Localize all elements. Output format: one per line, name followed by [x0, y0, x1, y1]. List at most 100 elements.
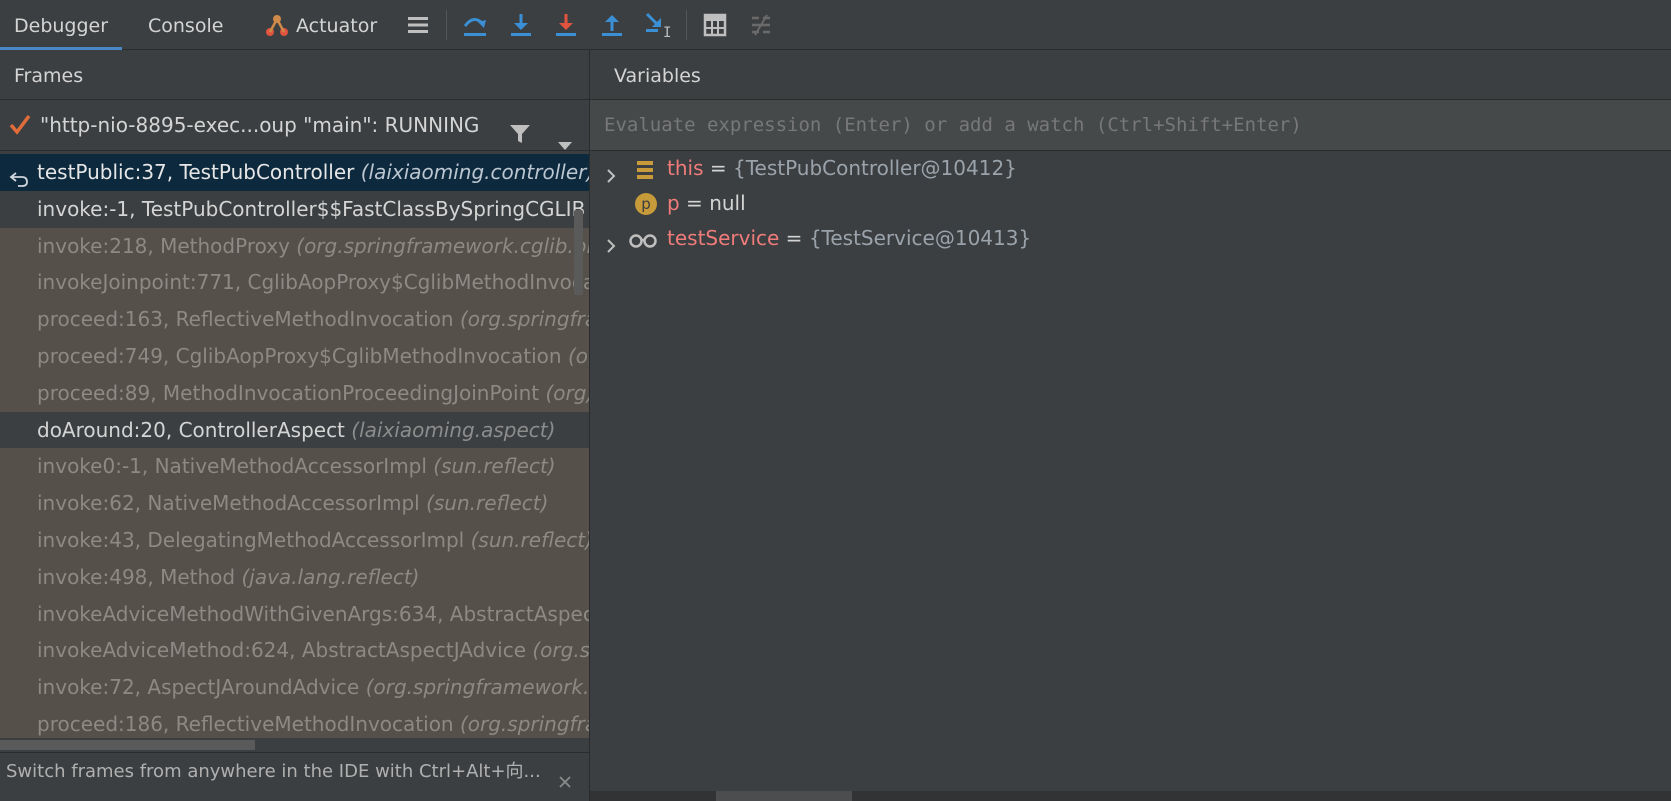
watch-glasses-icon — [628, 227, 658, 261]
toolbar-separator — [686, 10, 687, 40]
frame-method: proceed:186, ReflectiveMethodInvocation — [37, 711, 454, 736]
variable-equals: = — [779, 226, 809, 250]
show-execution-point-button[interactable] — [404, 11, 432, 39]
frame-method: invoke0:-1, NativeMethodAccessorImpl — [37, 454, 427, 479]
variable-name: this — [667, 156, 704, 180]
frame-package: (sun.reflect) — [470, 527, 589, 552]
frame-method: invoke:498, Method — [37, 564, 236, 589]
frame-package: (laixiaoming.aspect) — [351, 417, 556, 442]
frame-row[interactable]: invokeAdviceMethod:624, AbstractAspectJA… — [0, 632, 589, 670]
evaluate-expression-icon — [703, 13, 727, 37]
frame-package: (sun.reflect) — [426, 491, 549, 516]
variables-header: Variables — [590, 50, 1671, 100]
svg-text:I: I — [663, 25, 671, 39]
frame-row[interactable]: proceed:163, ReflectiveMethodInvocation … — [0, 301, 589, 338]
step-over-icon — [463, 18, 486, 36]
frame-package: (java.lang.reflect) — [241, 564, 420, 589]
frame-row[interactable]: invoke:218, MethodProxy (org.springframe… — [0, 227, 589, 265]
frame-row[interactable]: proceed:89, MethodInvocationProceedingJo… — [0, 374, 589, 412]
bottom-strip — [590, 791, 1671, 801]
close-icon[interactable] — [558, 765, 572, 801]
frame-package: (org.springframework.aop) — [459, 307, 589, 332]
variable-value: {TestService@10413} — [808, 226, 1032, 250]
evaluate-expression-button[interactable] — [701, 11, 729, 39]
show-execution-point-icon — [408, 17, 428, 33]
frame-row[interactable]: invokeAdviceMethodWithGivenArgs:634, Abs… — [0, 595, 589, 633]
variable-equals: = — [703, 156, 733, 180]
hint-text: Switch frames from anywhere in the IDE w… — [6, 761, 541, 782]
frame-method: invoke:62, NativeMethodAccessorImpl — [37, 491, 420, 516]
chevron-right-icon[interactable] — [604, 230, 618, 264]
thread-label: "http-nio-8895-exec...oup "main": RUNNIN… — [40, 113, 480, 137]
frame-row[interactable]: invoke:43, DelegatingMethodAccessorImpl … — [0, 521, 589, 559]
frames-panel: Frames "http-nio-8895-exec...oup "main":… — [0, 50, 590, 801]
frame-method: proceed:89, MethodInvocationProceedingJo… — [37, 380, 540, 405]
frame-row[interactable]: doAround:20, ControllerAspect (laixiaomi… — [0, 411, 589, 449]
frame-row-selected[interactable]: testPublic:37, TestPubController (laixia… — [0, 154, 589, 191]
frame-method: invokeAdviceMethod:624, AbstractAspectJA… — [37, 638, 526, 663]
frame-method: invoke:-1, TestPubController$$FastClassB… — [37, 196, 586, 221]
tab-actuator-label: Actuator — [296, 15, 378, 37]
variable-value: null — [709, 191, 746, 215]
bottom-strip-block — [716, 791, 852, 801]
tab-actuator[interactable]: Actuator — [264, 0, 391, 50]
tab-console[interactable]: Console — [134, 0, 237, 50]
frame-method: invoke:218, MethodProxy — [37, 233, 290, 258]
frame-package: (org) — [567, 343, 589, 368]
frame-row[interactable]: proceed:186, ReflectiveMethodInvocation … — [0, 705, 589, 738]
force-step-into-icon — [556, 14, 576, 36]
frames-header: Frames — [0, 50, 589, 100]
frame-row[interactable]: invoke:72, AspectJAroundAdvice (org.spri… — [0, 669, 589, 706]
step-out-icon — [602, 15, 622, 36]
variable-name: testService — [667, 226, 780, 250]
frame-package: (org.springframework) — [532, 638, 589, 663]
frames-horizontal-scrollbar[interactable] — [0, 740, 255, 750]
frame-package: (org.springframework.aop) — [365, 675, 589, 700]
frame-list: testPublic:37, TestPubController (laixia… — [0, 154, 589, 738]
frame-method: invoke:72, AspectJAroundAdvice — [37, 675, 360, 700]
variable-equals: = — [679, 191, 710, 215]
frame-method: invokeAdviceMethodWithGivenArgs:634, Abs… — [37, 601, 589, 626]
tab-debugger[interactable]: Debugger — [0, 0, 123, 50]
frame-method: testPublic:37, TestPubController — [37, 160, 355, 184]
frame-method: proceed:163, ReflectiveMethodInvocation — [37, 307, 454, 332]
run-to-cursor-icon: I — [645, 12, 671, 39]
frame-row[interactable]: proceed:749, CglibAopProxy$CglibMethodIn… — [0, 337, 589, 375]
frame-row[interactable]: invoke0:-1, NativeMethodAccessorImpl (su… — [0, 448, 589, 486]
frame-row[interactable]: invoke:-1, TestPubController$$FastClassB… — [0, 190, 589, 228]
variable-name: p — [667, 191, 680, 215]
trace-current-stream-icon — [752, 14, 770, 36]
frame-package: (org) — [545, 380, 589, 405]
svg-text:p: p — [641, 195, 651, 213]
frame-method: proceed:749, CglibAopProxy$CglibMethodIn… — [37, 343, 562, 368]
debug-toolbar: Debugger Console Actuator I — [0, 0, 1671, 50]
force-step-into-button[interactable] — [552, 11, 580, 39]
evaluate-expression-input[interactable] — [590, 100, 1671, 151]
variable-row[interactable]: pp = null — [590, 186, 1671, 221]
frames-vertical-scrollbar[interactable] — [574, 210, 583, 295]
trace-current-stream-button[interactable] — [747, 11, 775, 39]
frame-row[interactable]: invoke:498, Method (java.lang.reflect) — [0, 558, 589, 596]
frame-row[interactable]: invoke:62, NativeMethodAccessorImpl (sun… — [0, 485, 589, 522]
frame-package: (laixiaoming.controller) — [360, 160, 589, 184]
thread-selector[interactable]: "http-nio-8895-exec...oup "main": RUNNIN… — [0, 100, 589, 151]
switch-frames-hint: Switch frames from anywhere in the IDE w… — [0, 752, 589, 791]
actuator-icon — [266, 14, 288, 36]
frame-package: (org.springframework) — [459, 711, 589, 736]
step-over-button[interactable] — [461, 11, 489, 39]
variable-row[interactable]: this = {TestPubController@10412} — [590, 151, 1671, 186]
toolbar-separator — [446, 10, 447, 40]
step-out-button[interactable] — [598, 11, 626, 39]
frame-method: invokeJoinpoint:771, CglibAopProxy$Cglib… — [37, 270, 589, 295]
step-into-icon — [511, 14, 531, 36]
frame-method: invoke:43, DelegatingMethodAccessorImpl — [37, 527, 465, 552]
frame-package: (org.springframework.cglib.proxy) — [296, 233, 589, 258]
return-arrow-icon — [8, 163, 30, 191]
variable-value: {TestPubController@10412} — [732, 156, 1017, 180]
variable-row[interactable]: testService = {TestService@10413} — [590, 221, 1671, 256]
step-into-button[interactable] — [507, 11, 535, 39]
run-to-cursor-button[interactable]: I — [644, 11, 672, 39]
frame-row[interactable]: invokeJoinpoint:771, CglibAopProxy$Cglib… — [0, 264, 589, 302]
frame-method: doAround:20, ControllerAspect — [37, 417, 345, 442]
frame-package: (sun.reflect) — [433, 454, 556, 479]
